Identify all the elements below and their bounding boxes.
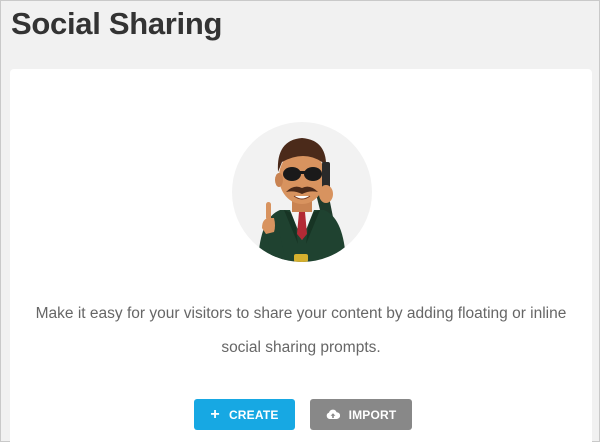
create-button[interactable]: + CREATE (194, 399, 295, 430)
empty-state-card: Make it easy for your visitors to share … (10, 69, 592, 442)
page-title: Social Sharing (11, 6, 223, 41)
create-button-label: CREATE (228, 407, 279, 422)
plus-icon: + (210, 405, 220, 423)
agent-character-illustration (232, 122, 372, 262)
empty-state-description: Make it easy for your visitors to share … (35, 305, 567, 356)
import-button[interactable]: IMPORT (310, 399, 412, 430)
import-button-label: IMPORT (348, 407, 397, 422)
cloud-upload-icon (326, 409, 340, 420)
